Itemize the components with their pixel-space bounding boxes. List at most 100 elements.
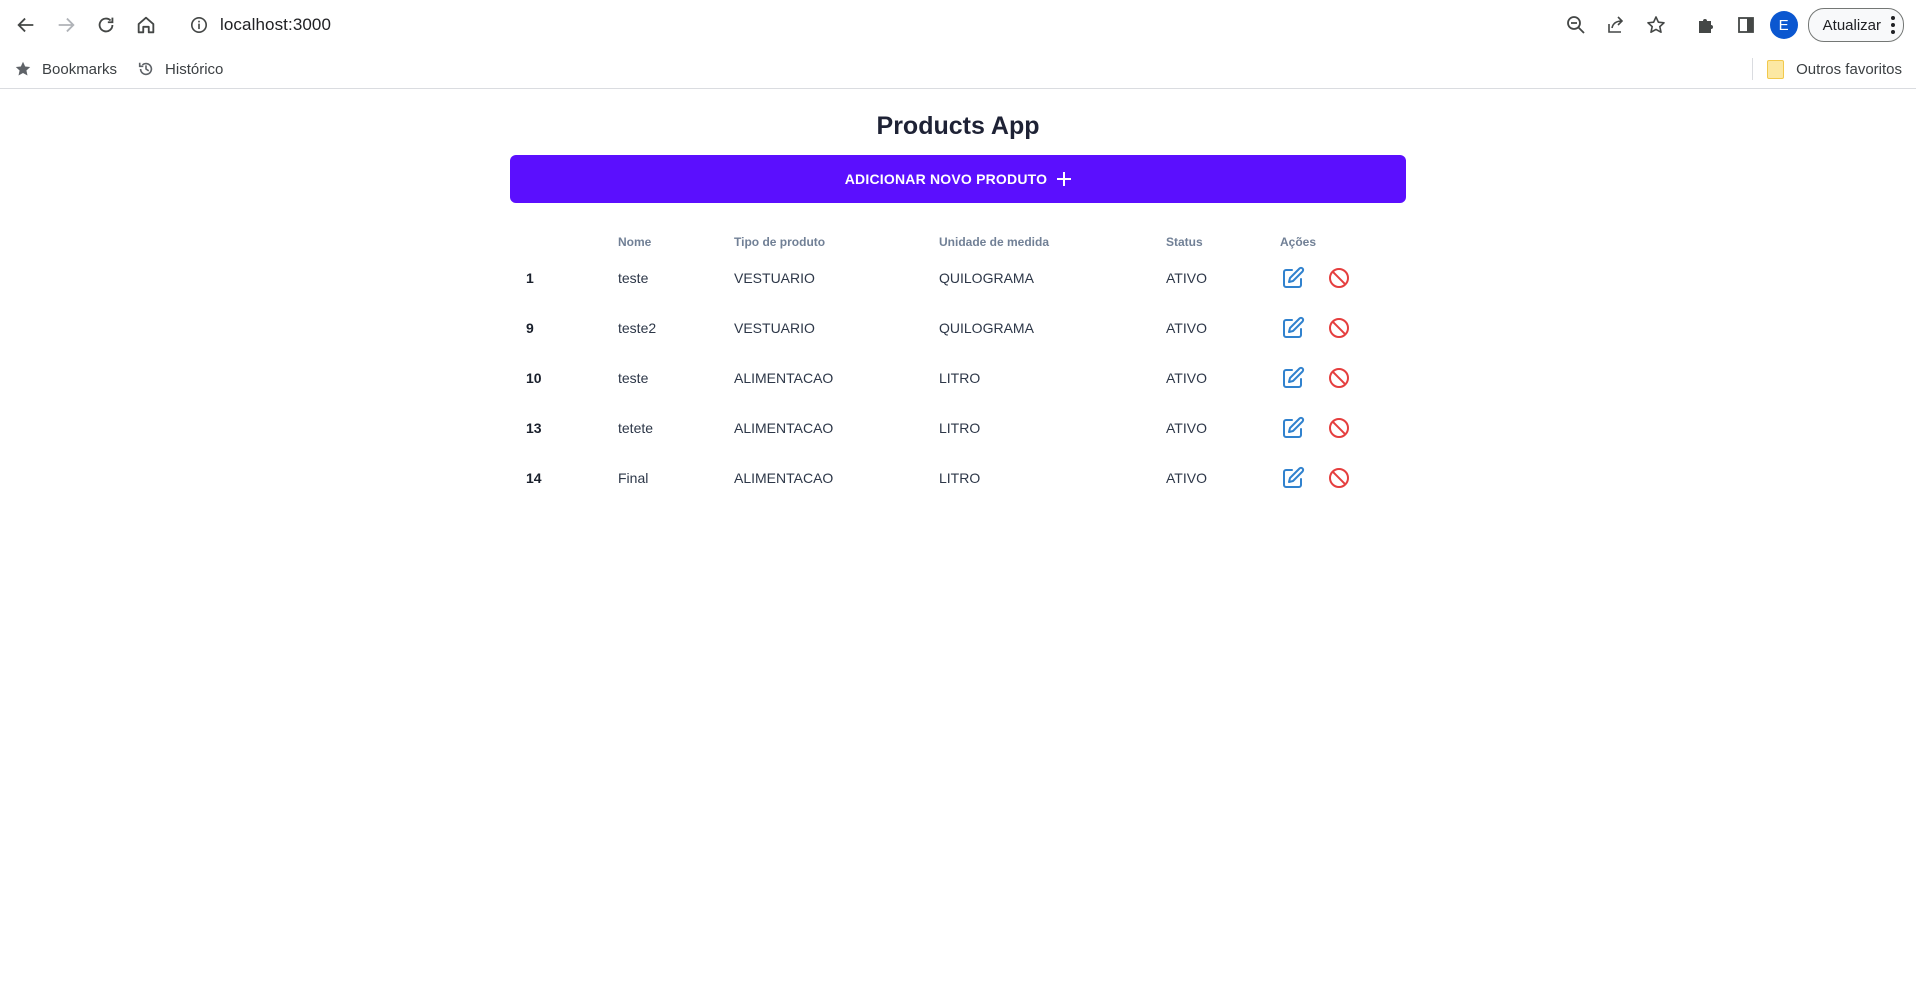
product-unidade: LITRO — [939, 420, 981, 436]
home-button[interactable] — [130, 9, 162, 41]
update-button[interactable]: Atualizar — [1807, 8, 1904, 42]
product-status: ATIVO — [1166, 370, 1207, 386]
bookmark-label: Bookmarks — [42, 60, 118, 78]
edit-button[interactable] — [1280, 315, 1306, 341]
product-actions — [1280, 303, 1372, 353]
table-row: 14 Final ALIMENTACAO LITRO ATIVO — [510, 453, 1372, 503]
more-vert-icon — [1891, 16, 1895, 34]
product-status: ATIVO — [1166, 420, 1207, 436]
add-product-label: ADICIONAR NOVO PRODUTO — [844, 171, 1048, 187]
deactivate-button[interactable] — [1326, 465, 1352, 491]
back-button[interactable] — [10, 9, 42, 41]
product-id: 13 — [526, 420, 542, 436]
product-nome: teste — [618, 270, 649, 286]
bookmark-star-button[interactable] — [1640, 9, 1672, 41]
bookmark-label: Histórico — [165, 60, 224, 78]
product-nome: teste2 — [618, 320, 657, 336]
loading-bar — [0, 0, 300, 3]
product-actions — [1280, 353, 1372, 403]
add-product-button[interactable]: ADICIONAR NOVO PRODUTO — [510, 155, 1406, 203]
edit-button[interactable] — [1280, 415, 1306, 441]
product-nome: Final — [618, 470, 649, 486]
bookmark-item-history[interactable]: Histórico — [137, 60, 223, 78]
deactivate-button[interactable] — [1326, 365, 1352, 391]
product-actions — [1280, 453, 1372, 503]
product-id: 9 — [526, 320, 534, 336]
header-acoes: Ações — [1280, 235, 1317, 249]
zoom-out-icon — [1566, 16, 1585, 34]
bookmarks-divider — [1752, 58, 1754, 80]
page-title: Products App — [876, 112, 1040, 140]
info-icon[interactable] — [190, 15, 210, 35]
arrow-right-icon — [58, 17, 75, 33]
edit-icon — [1283, 316, 1305, 338]
header-nome: Nome — [618, 235, 652, 249]
product-actions — [1280, 253, 1372, 303]
block-icon — [1329, 468, 1349, 488]
block-icon — [1329, 268, 1349, 288]
home-icon — [137, 16, 155, 34]
side-panel-icon — [1737, 17, 1754, 33]
product-id: 10 — [526, 370, 542, 386]
star-icon — [15, 61, 31, 76]
edit-button[interactable] — [1280, 465, 1306, 491]
browser-toolbar: localhost:3000 E Atualizar — [0, 0, 1916, 50]
side-panel-button[interactable] — [1730, 9, 1762, 41]
header-unidade: Unidade de medida — [939, 235, 1050, 249]
address-bar[interactable]: localhost:3000 — [190, 8, 1552, 42]
puzzle-icon — [1698, 19, 1713, 33]
plus-icon — [1057, 172, 1072, 186]
url-text[interactable]: localhost:3000 — [220, 15, 331, 35]
bookmark-item-bookmarks[interactable]: Bookmarks — [14, 60, 117, 78]
edit-button[interactable] — [1280, 365, 1306, 391]
product-status: ATIVO — [1166, 270, 1207, 286]
product-unidade: LITRO — [939, 470, 981, 486]
product-unidade: LITRO — [939, 370, 981, 386]
app-container: Products App ADICIONAR NOVO PRODUTO Nome… — [510, 89, 1406, 503]
forward-button[interactable] — [50, 9, 82, 41]
product-status: ATIVO — [1166, 470, 1207, 486]
product-tipo: ALIMENTACAO — [734, 470, 834, 486]
table-row: 10 teste ALIMENTACAO LITRO ATIVO — [510, 353, 1372, 403]
edit-icon — [1283, 266, 1305, 288]
share-icon — [1607, 16, 1623, 33]
zoom-button[interactable] — [1560, 9, 1592, 41]
update-label: Atualizar — [1822, 16, 1881, 34]
product-actions — [1280, 403, 1372, 453]
header-id — [510, 231, 618, 253]
table-row: 1 teste VESTUARIO QUILOGRAMA ATIVO — [510, 253, 1372, 303]
edit-icon — [1283, 366, 1305, 388]
edit-button[interactable] — [1280, 265, 1306, 291]
profile-avatar[interactable]: E — [1769, 11, 1798, 39]
reload-icon — [98, 17, 114, 33]
browser-chrome: localhost:3000 E Atualizar Bookmarks His… — [0, 0, 1916, 89]
edit-icon — [1283, 466, 1305, 488]
product-status: ATIVO — [1166, 320, 1207, 336]
products-table: Nome Tipo de produto Unidade de medida S… — [510, 231, 1372, 503]
table-header-row: Nome Tipo de produto Unidade de medida S… — [510, 231, 1372, 253]
bookmarks-bar: Bookmarks Histórico Outros favoritos — [0, 50, 1916, 88]
history-icon — [138, 62, 153, 76]
product-unidade: QUILOGRAMA — [939, 270, 1034, 286]
product-tipo: VESTUARIO — [734, 320, 815, 336]
table-body: 1 teste VESTUARIO QUILOGRAMA ATIVO 9 tes… — [510, 253, 1372, 503]
folder-icon — [1767, 59, 1785, 79]
share-button[interactable] — [1600, 9, 1632, 41]
reload-button[interactable] — [90, 9, 122, 41]
star-outline-icon — [1646, 16, 1665, 33]
table-row: 13 tetete ALIMENTACAO LITRO ATIVO — [510, 403, 1372, 453]
other-bookmarks-folder[interactable]: Outros favoritos — [1767, 59, 1902, 79]
product-tipo: VESTUARIO — [734, 270, 815, 286]
arrow-left-icon — [17, 17, 34, 33]
deactivate-button[interactable] — [1326, 415, 1352, 441]
deactivate-button[interactable] — [1326, 315, 1352, 341]
edit-icon — [1283, 416, 1305, 438]
extensions-button[interactable] — [1690, 9, 1722, 41]
deactivate-button[interactable] — [1326, 265, 1352, 291]
product-nome: tetete — [618, 420, 654, 436]
product-tipo: ALIMENTACAO — [734, 370, 834, 386]
header-tipo: Tipo de produto — [734, 235, 826, 249]
product-tipo: ALIMENTACAO — [734, 420, 834, 436]
block-icon — [1329, 368, 1349, 388]
product-unidade: QUILOGRAMA — [939, 320, 1034, 336]
